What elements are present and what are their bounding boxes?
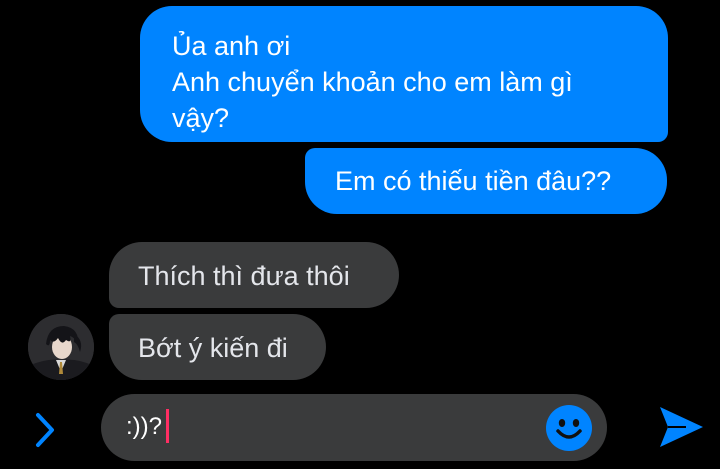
avatar[interactable] [28,314,94,380]
message-text-line: Ủa anh ơi [172,31,291,61]
send-arrow-icon [660,407,703,447]
message-text-line: vậy? [172,103,230,133]
received-message-bubble[interactable]: Bớt ý kiến đi [109,314,326,380]
sent-message-bubble[interactable]: Em có thiếu tiền đâu?? [305,148,667,214]
message-text-line: Bớt ý kiến đi [138,333,288,363]
message-text-line: Em có thiếu tiền đâu?? [335,166,612,196]
received-message-bubble[interactable]: Thích thì đưa thôi [109,242,399,308]
smiley-icon [546,405,592,451]
message-input[interactable]: :))? [126,412,162,442]
send-button[interactable] [656,403,706,451]
emoji-button[interactable] [545,404,593,452]
text-caret [166,409,169,443]
sent-message-bubble[interactable]: Ủa anh ơi Anh chuyển khoản cho em làm gì… [140,6,668,142]
message-text-line: Thích thì đưa thôi [138,261,350,291]
chevron-right-icon [36,413,54,447]
message-composer[interactable]: :))? [101,394,607,461]
expand-actions-button[interactable] [28,408,62,452]
message-text-line: Anh chuyển khoản cho em làm gì [172,67,573,97]
avatar-portrait-image [28,314,94,380]
